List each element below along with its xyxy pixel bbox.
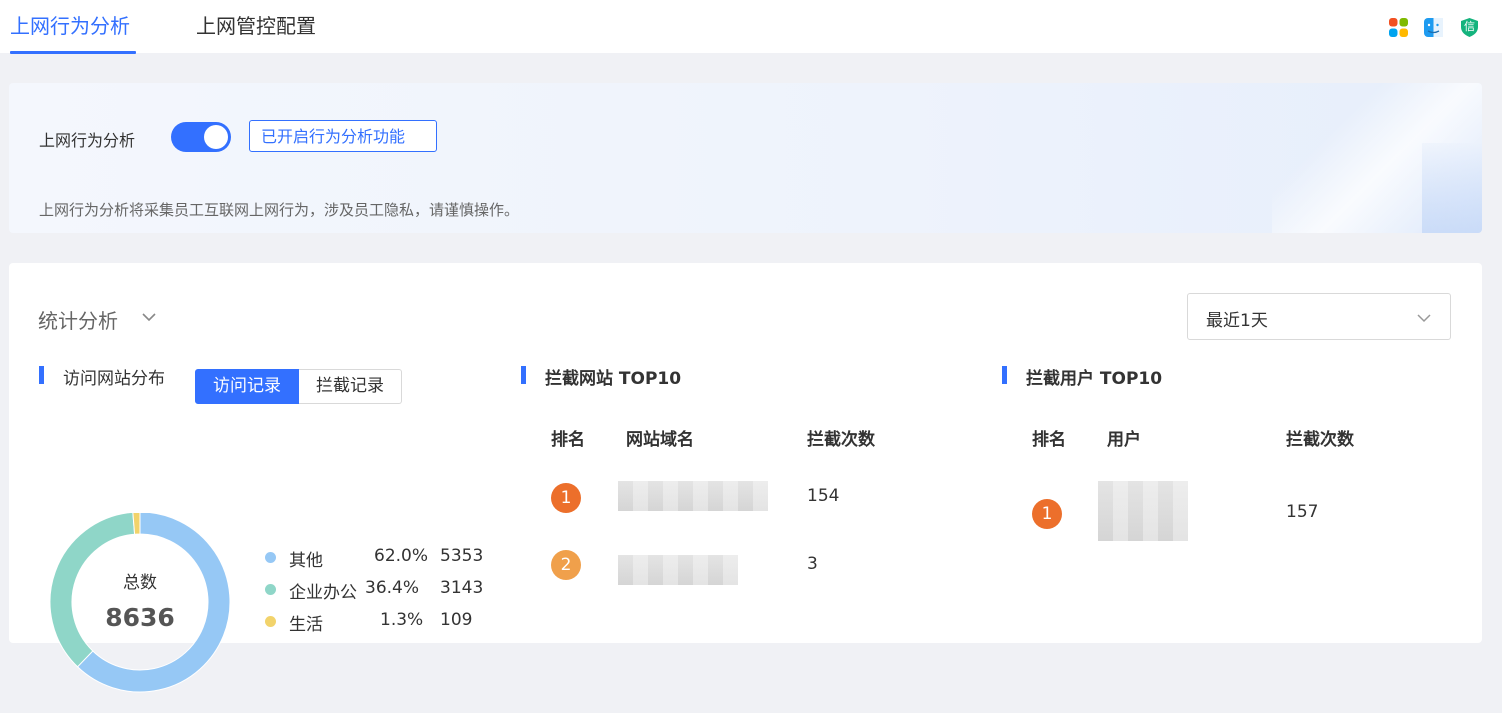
masked-user [1098, 481, 1188, 541]
shield-icon-label: 信 [1464, 20, 1475, 33]
block-count: 3 [807, 554, 818, 574]
time-range-select[interactable]: 最近1天 [1187, 293, 1451, 340]
block-count: 154 [807, 486, 840, 506]
donut-total-value: 8636 [105, 603, 175, 632]
col-block-count: 拦截次数 [1286, 430, 1354, 450]
legend-value: 5353 [440, 546, 484, 566]
stats-section-title[interactable]: 统计分析 [38, 305, 118, 334]
legend-dot [265, 584, 276, 595]
toggle-knob [204, 125, 228, 149]
behavior-analysis-label: 上网行为分析 [39, 131, 136, 150]
chevron-down-icon [1417, 314, 1431, 323]
col-rank: 排名 [551, 430, 585, 450]
distribution-donut-chart: 总数 8636 [49, 513, 231, 693]
legend-pct: 62.0% [374, 546, 429, 566]
blocked-users-title: 拦截用户 TOP10 [1002, 364, 1162, 389]
legend-value: 3143 [440, 578, 484, 598]
col-user: 用户 [1107, 430, 1141, 450]
apps-grid-icon[interactable] [1388, 17, 1409, 38]
record-type-segmented: 访问记录 拦截记录 [195, 369, 402, 404]
privacy-note: 上网行为分析将采集员工互联网上网行为，涉及员工隐私，请谨慎操作。 [39, 201, 520, 219]
col-rank: 排名 [1032, 430, 1066, 450]
finder-face-icon[interactable] [1423, 17, 1444, 38]
block-count: 157 [1286, 502, 1319, 522]
donut-total-label: 总数 [123, 573, 157, 593]
distribution-title: 访问网站分布 [39, 364, 165, 389]
legend-name: 企业办公 [289, 583, 357, 603]
behavior-analysis-banner: 上网行为分析 已开启行为分析功能 上网行为分析将采集员工互联网上网行为，涉及员工… [9, 83, 1482, 233]
tab-control-config[interactable]: 上网管控配置 [196, 12, 316, 40]
shield-xin-icon[interactable]: 信 [1459, 17, 1480, 38]
behavior-analysis-toggle[interactable] [171, 122, 231, 152]
rank-badge: 1 [551, 483, 581, 513]
rank-badge: 1 [1032, 499, 1062, 529]
seg-visit-records[interactable]: 访问记录 [195, 369, 299, 404]
chevron-down-icon[interactable] [141, 309, 157, 325]
blocked-sites-title: 拦截网站 TOP10 [521, 364, 681, 389]
seg-block-records[interactable]: 拦截记录 [299, 369, 402, 404]
status-badge: 已开启行为分析功能 [249, 120, 437, 152]
donut-slice-2[interactable] [132, 513, 141, 535]
legend-value: 109 [440, 610, 473, 630]
legend-pct: 36.4% [365, 578, 420, 598]
stats-card: 统计分析 最近1天 访问网站分布 访问记录 拦截记录 总数 8636 其他 62… [9, 263, 1482, 693]
banner-decoration-corner [1422, 143, 1482, 233]
legend-dot [265, 552, 276, 563]
active-tab-indicator [10, 51, 136, 54]
legend-name: 生活 [289, 615, 323, 635]
col-domain: 网站域名 [626, 430, 694, 450]
legend-pct: 1.3% [380, 610, 424, 630]
masked-domain [618, 481, 768, 511]
masked-domain [618, 555, 738, 585]
legend-dot [265, 616, 276, 627]
donut-slice-1[interactable] [49, 513, 136, 668]
time-range-value: 最近1天 [1206, 311, 1268, 331]
tab-behavior-analysis[interactable]: 上网行为分析 [10, 12, 130, 40]
col-block-count: 拦截次数 [807, 430, 875, 450]
rank-badge: 2 [551, 550, 581, 580]
top-tab-bar: 上网行为分析 上网管控配置 信 [0, 0, 1502, 54]
legend-name: 其他 [289, 551, 323, 571]
